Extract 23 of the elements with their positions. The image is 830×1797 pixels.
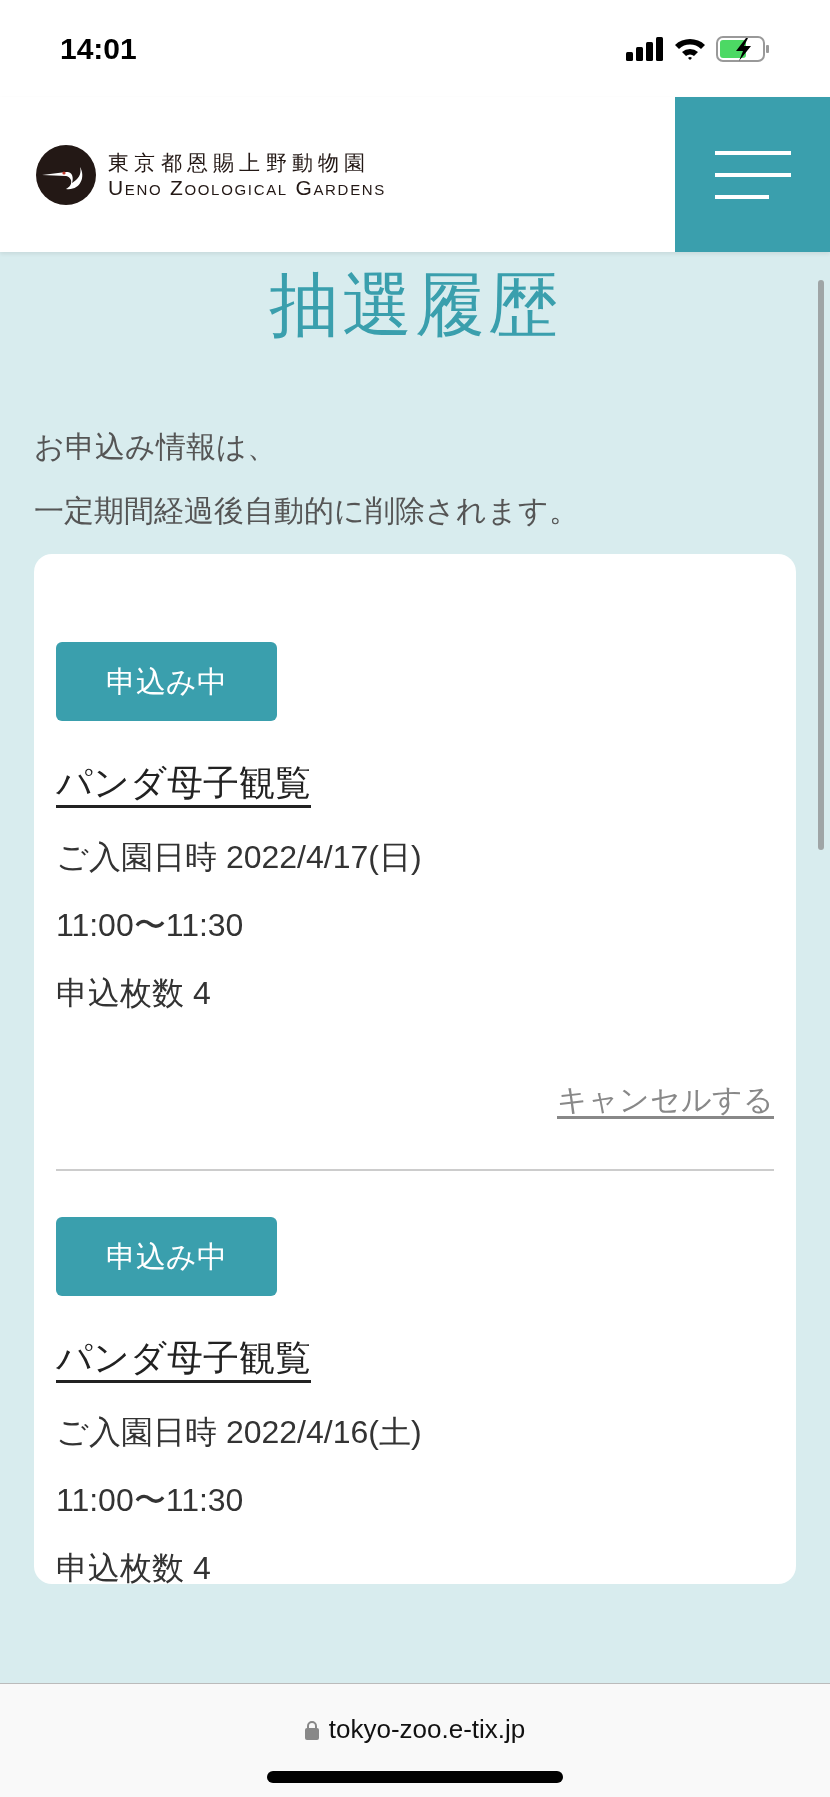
status-time: 14:01 <box>60 31 137 67</box>
url-text[interactable]: tokyo-zoo.e-tix.jp <box>328 1710 526 1749</box>
visit-time: 11:00〜11:30 <box>56 1484 244 1516</box>
menu-icon <box>714 150 791 199</box>
crane-logo-icon <box>36 144 96 205</box>
notice-text: 一定期間経過後自動的に削除されます。 <box>34 496 580 526</box>
battery-icon <box>716 35 770 62</box>
status-badge: 申込み中 <box>56 1217 277 1296</box>
status-badge: 申込み中 <box>56 642 277 721</box>
logo-subtitle: Ueno Zoological Gardens <box>108 176 386 198</box>
signal-icon <box>626 36 664 61</box>
visit-date: ご入園日時 2022/4/16(土) <box>56 1416 422 1448</box>
ticket-count: 申込枚数 4 <box>56 977 211 1009</box>
cancel-link[interactable]: キャンセルする <box>557 1085 774 1115</box>
visit-time: 11:00〜11:30 <box>56 909 244 941</box>
visit-date: ご入園日時 2022/4/17(日) <box>56 841 422 873</box>
lock-icon <box>304 1719 319 1740</box>
ticket-count: 申込枚数 4 <box>56 1552 211 1584</box>
page-title: 抽選履歴 <box>268 270 562 340</box>
logo-text: 東京都恩賜上野動物園 <box>108 151 372 173</box>
notice-text: お申込み情報は、 <box>34 432 278 462</box>
wifi-icon <box>674 36 706 61</box>
menu-button[interactable] <box>675 97 830 252</box>
